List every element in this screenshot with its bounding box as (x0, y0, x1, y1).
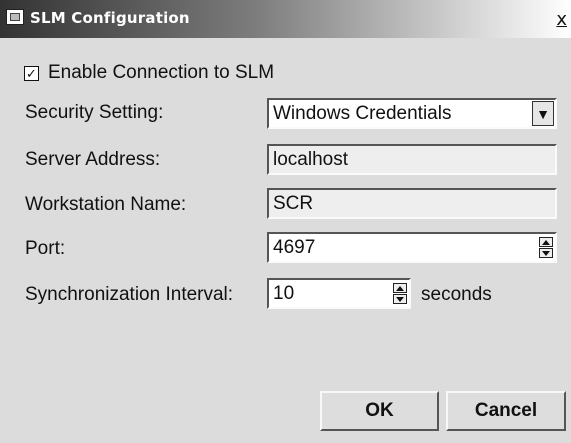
slm-configuration-dialog: SLM Configuration x ✓ Enable Connection … (0, 0, 571, 443)
security-setting-value: Windows Credentials (273, 102, 452, 124)
security-setting-label: Security Setting: (25, 102, 164, 123)
enable-connection-checkbox[interactable]: ✓ (24, 65, 39, 81)
sync-interval-spinner[interactable]: 10 (267, 278, 411, 309)
close-button[interactable]: x (556, 9, 567, 30)
port-decrement-icon[interactable] (539, 248, 553, 258)
port-spinner-arrows[interactable] (539, 237, 553, 258)
server-address-field[interactable]: localhost (267, 144, 557, 175)
sync-decrement-icon[interactable] (393, 294, 407, 304)
sync-interval-spinner-arrows[interactable] (393, 283, 407, 304)
enable-connection-label[interactable]: Enable Connection to SLM (48, 62, 274, 84)
port-spinner[interactable]: 4697 (267, 232, 557, 263)
cancel-button[interactable]: Cancel (446, 391, 566, 431)
port-value: 4697 (273, 236, 316, 258)
workstation-name-value: SCR (273, 192, 314, 214)
port-increment-icon[interactable] (539, 237, 553, 247)
window-title: SLM Configuration (30, 9, 190, 27)
port-label: Port: (25, 238, 66, 259)
title-bar: SLM Configuration x (0, 0, 571, 38)
workstation-name-field[interactable]: SCR (267, 188, 557, 219)
dropdown-arrow-icon[interactable]: ▼ (532, 101, 554, 126)
app-icon (6, 9, 24, 25)
checkmark-icon: ✓ (26, 65, 37, 81)
sync-interval-unit: seconds (421, 284, 492, 305)
sync-increment-icon[interactable] (393, 283, 407, 293)
sync-interval-value: 10 (273, 282, 295, 304)
server-address-value: localhost (273, 148, 348, 170)
workstation-name-label: Workstation Name: (25, 194, 187, 215)
ok-button[interactable]: OK (320, 391, 439, 431)
security-setting-select[interactable]: Windows Credentials ▼ (267, 98, 557, 129)
server-address-label: Server Address: (25, 149, 161, 170)
sync-interval-label: Synchronization Interval: (25, 284, 234, 305)
enable-connection-row[interactable]: ✓ Enable Connection to SLM (24, 62, 274, 84)
